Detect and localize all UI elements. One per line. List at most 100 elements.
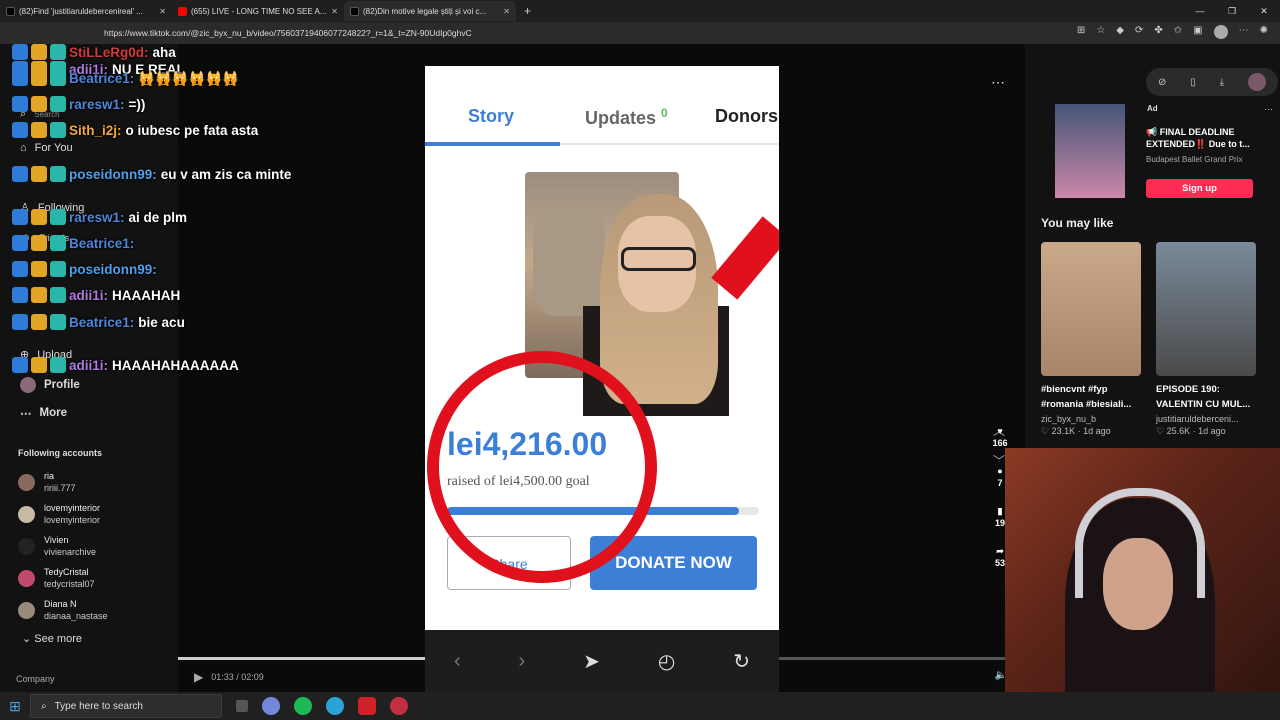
account-handle: tedycristal07 [44, 579, 95, 589]
you-may-like-title: You may like [1041, 216, 1114, 230]
search-icon: ⌕ [41, 700, 47, 712]
play-icon[interactable]: ▶ [194, 670, 203, 684]
tab-story: Story [468, 106, 515, 126]
close-window-icon[interactable]: ✕ [1248, 0, 1280, 22]
taskbar-apps [236, 697, 408, 715]
tiktok-icon [350, 6, 359, 16]
browser-tab-2[interactable]: (655) LIVE - LONG TIME NO SEE A... ✕ [172, 1, 344, 21]
spotify-icon[interactable] [294, 697, 312, 715]
more-options-icon[interactable]: ⋯ [991, 74, 1005, 91]
ad-menu-icon[interactable]: ⋯ [1264, 104, 1273, 115]
upload-icon: ⊕ [20, 349, 30, 361]
download-icon[interactable]: ⤓ [1220, 77, 1224, 88]
webcam-overlay [1005, 448, 1280, 720]
video-player[interactable]: Story Updates 0 Donors lei4,216.00 raise… [425, 66, 779, 692]
account-item[interactable]: Vivien vivienarchive [18, 534, 96, 558]
discord-icon[interactable] [262, 697, 280, 715]
likes-count: 25.6K [1166, 426, 1191, 436]
close-tab-icon[interactable]: ✕ [331, 7, 338, 16]
video-time: ▶ 01:33 / 02:09 [194, 670, 264, 684]
close-tab-icon[interactable]: ✕ [159, 7, 166, 16]
recommended-video[interactable]: EPISODE 190: VALENTIN CU MUL... justitia… [1156, 242, 1256, 437]
following-icon: ♙ [20, 202, 30, 214]
nav-for-you[interactable]: ⌂ For You [20, 142, 73, 154]
device-icon[interactable]: ▯ [1190, 77, 1196, 88]
video-thumbnail [1041, 242, 1141, 376]
nav-profile[interactable]: Profile [20, 377, 80, 393]
refresh-icon[interactable]: ⟳ [1135, 25, 1143, 39]
recommended-video[interactable]: #biencvnt #fyp #romania #biesiali... zic… [1041, 242, 1141, 437]
account-item[interactable]: Diana N dianaa_nastase [18, 598, 108, 622]
app-icon-red[interactable] [358, 697, 376, 715]
close-tab-icon[interactable]: ✕ [503, 7, 510, 16]
profile-avatar[interactable] [1213, 25, 1228, 39]
menu-dots-icon[interactable]: ⋯ [1239, 25, 1249, 39]
url-field[interactable]: https://www.tiktok.com/@zic_byx_nu_b/vid… [104, 28, 472, 38]
see-more-label: See more [34, 633, 82, 645]
nav-friends[interactable]: ☺ Friends [20, 232, 69, 244]
extension-icon[interactable]: ◆ [1116, 25, 1124, 39]
minimize-icon[interactable]: — [1184, 0, 1216, 22]
search-label: Search [34, 110, 60, 119]
taskbar-search[interactable]: ⌕ Type here to search [30, 694, 222, 718]
windows-taskbar: ⊞ ⌕ Type here to search [0, 692, 1280, 720]
avatar [18, 473, 35, 491]
new-tab-button[interactable]: + [516, 4, 539, 18]
nav-upload[interactable]: ⊕ Upload [20, 348, 72, 362]
tab-updates: Updates 0 [585, 106, 668, 129]
avatar [18, 505, 35, 523]
posted-time: 1d ago [1198, 426, 1226, 436]
browser-toolbar: ⊞ ☆ ◆ ⟳ ✤ ✩ ▣ ⋯ ✺ [1077, 25, 1268, 39]
tiktok-icon [6, 6, 15, 16]
browser-tab-1[interactable]: (82)Find 'justitiaruldebercenireal' ... … [0, 1, 172, 21]
maximize-icon[interactable]: ❐ [1216, 0, 1248, 22]
fundraiser-tabs: Story Updates 0 Donors [425, 106, 779, 146]
account-handle: ririii.777 [44, 483, 76, 493]
share-count: 53 [994, 558, 1005, 568]
nav-label: More [39, 407, 67, 419]
heart-icon: ♡ [1156, 426, 1165, 436]
youtube-icon [178, 6, 187, 16]
tools-icon[interactable]: ⊘ [1158, 77, 1166, 88]
avatar [18, 537, 35, 555]
chevron-down-icon: ⌄ [22, 633, 35, 645]
edge-icon[interactable] [326, 697, 344, 715]
video-author: justitiaruldeberceni... [1156, 414, 1239, 424]
browser-tab-3[interactable]: (82)Din motive legale știți și voi c... … [344, 1, 516, 21]
account-item[interactable]: lovemyinterior lovemyinterior [18, 502, 100, 526]
dog-image [533, 206, 605, 316]
company-link[interactable]: Company [16, 674, 55, 684]
account-name: TedyCristal [44, 567, 89, 577]
apps-icon[interactable]: ⊞ [1077, 25, 1085, 39]
nav-label: Following [37, 201, 85, 214]
like-count: 166 [992, 438, 1008, 448]
puzzle-icon[interactable]: ✤ [1154, 25, 1162, 39]
windows-start-icon[interactable]: ⊞ [0, 698, 30, 715]
ad-label: Ad [1147, 104, 1158, 113]
reload-icon: ↻ [733, 650, 750, 673]
star-icon[interactable]: ☆ [1096, 25, 1105, 39]
see-more-button[interactable]: ⌄ See more [22, 632, 82, 645]
headset [1075, 488, 1205, 598]
heart-icon: ♡ [1041, 426, 1050, 436]
video-thumbnail [1156, 242, 1256, 376]
search-placeholder: Type here to search [54, 700, 143, 712]
task-view-icon[interactable] [236, 700, 248, 712]
video-author: zic_byx_nu_b [1041, 414, 1097, 424]
browser-tab-bar: (82)Find 'justitiaruldebercenireal' ... … [0, 0, 1280, 22]
tab-title: (655) LIVE - LONG TIME NO SEE A... [191, 6, 327, 16]
account-item[interactable]: ria ririii.777 [18, 470, 76, 494]
nav-more[interactable]: ⋯ More [20, 406, 67, 420]
sign-up-button[interactable]: Sign up [1146, 179, 1253, 198]
search-nav[interactable]: ⌕ Search [20, 108, 60, 121]
favorites-icon[interactable]: ✩ [1174, 25, 1182, 39]
obs-icon[interactable] [390, 697, 408, 715]
nav-label: Profile [44, 379, 80, 391]
red-circle-annotation [427, 351, 657, 583]
profile-avatar[interactable] [1248, 73, 1266, 91]
collections-icon[interactable]: ▣ [1193, 25, 1202, 39]
ad-card[interactable]: Ad ⋯ 📢 FINAL DEADLINE EXTENDED‼️ Due to … [1041, 104, 1273, 204]
account-item[interactable]: TedyCristal tedycristal07 [18, 566, 95, 590]
nav-following[interactable]: ♙ Following [20, 201, 85, 215]
copilot-icon[interactable]: ✺ [1260, 25, 1268, 39]
